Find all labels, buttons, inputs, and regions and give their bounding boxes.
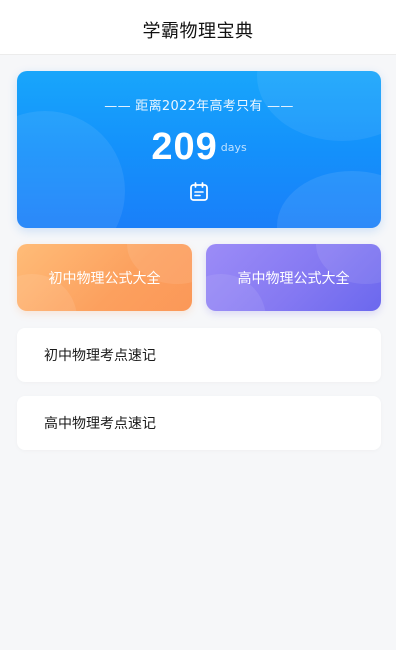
junior-notes-label: 初中物理考点速记	[44, 348, 156, 364]
exam-countdown-card: —— 距离2022年高考只有 —— 209 days	[17, 71, 381, 228]
countdown-value: 209 days	[17, 126, 381, 169]
senior-formula-button[interactable]: 高中物理公式大全	[206, 244, 381, 311]
calendar-icon[interactable]	[188, 181, 210, 203]
junior-formula-label: 初中物理公式大全	[48, 270, 161, 287]
senior-notes-item[interactable]: 高中物理考点速记	[17, 396, 381, 450]
decorative-bubble	[277, 171, 381, 228]
junior-formula-button[interactable]: 初中物理公式大全	[17, 244, 192, 311]
app-header: 学霸物理宝典	[0, 0, 396, 55]
countdown-days-number: 209	[151, 126, 218, 168]
page-title: 学霸物理宝典	[142, 21, 254, 42]
countdown-days-unit: days	[220, 141, 247, 154]
senior-formula-label: 高中物理公式大全	[237, 270, 350, 287]
senior-notes-label: 高中物理考点速记	[44, 416, 156, 432]
countdown-caption: —— 距离2022年高考只有 ——	[104, 99, 294, 114]
junior-notes-item[interactable]: 初中物理考点速记	[17, 328, 381, 382]
